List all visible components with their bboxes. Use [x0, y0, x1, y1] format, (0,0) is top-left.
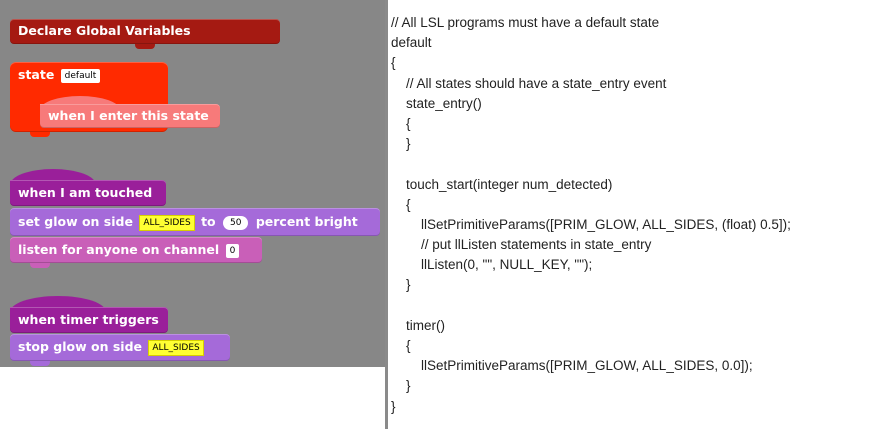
- code-line: {: [391, 196, 411, 212]
- block-canvas[interactable]: Declare Global Variables state default w…: [0, 0, 385, 367]
- set-glow-to-label: to: [201, 214, 216, 229]
- when-timer-label: when timer triggers: [18, 312, 159, 327]
- when-touched-label: when I am touched: [18, 185, 153, 200]
- code-line: llListen(0, "", NULL_KEY, "");: [391, 257, 593, 273]
- state-entry-label: when I enter this state: [48, 108, 209, 123]
- set-glow-label: set glow on side: [18, 214, 133, 229]
- code-line: {: [391, 55, 396, 71]
- code-line: }: [391, 277, 411, 293]
- code-line: }: [391, 378, 411, 394]
- stop-block-notch: [30, 361, 50, 366]
- code-line: llSetPrimitiveParams([PRIM_GLOW, ALL_SID…: [391, 358, 753, 374]
- code-line: // put llListen statements in state_entr…: [391, 237, 652, 253]
- code-line: }: [391, 136, 411, 152]
- code-line: // All LSL programs must have a default …: [391, 15, 660, 30]
- listen-label: listen for anyone on channel: [18, 242, 220, 257]
- code-line: timer(): [391, 317, 445, 333]
- declare-block-notch: [135, 44, 155, 49]
- code-line: llSetPrimitiveParams([PRIM_GLOW, ALL_SID…: [391, 216, 791, 232]
- listen-block-notch: [30, 263, 50, 268]
- when-timer-block[interactable]: when timer triggers: [10, 307, 168, 333]
- set-glow-block[interactable]: set glow on side ALL_SIDES to 50 percent…: [10, 208, 380, 236]
- when-touched-block[interactable]: when I am touched: [10, 180, 166, 206]
- code-line: }: [391, 398, 396, 414]
- declare-global-variables-block[interactable]: Declare Global Variables: [10, 19, 280, 44]
- declare-global-variables-label: Declare Global Variables: [18, 23, 191, 38]
- stop-glow-block[interactable]: stop glow on side ALL_SIDES: [10, 334, 230, 361]
- listen-channel-field[interactable]: 0: [225, 243, 240, 258]
- code-panel: // All LSL programs must have a default …: [391, 13, 874, 417]
- panel-divider[interactable]: [385, 0, 388, 429]
- code-line: // All states should have a state_entry …: [391, 75, 667, 91]
- state-name-field[interactable]: default: [60, 68, 101, 83]
- code-line: default: [391, 35, 432, 51]
- set-glow-suffix-label: percent bright: [255, 214, 358, 229]
- state-label: state: [18, 67, 55, 82]
- glow-value-field[interactable]: 50: [223, 215, 249, 230]
- code-line: {: [391, 338, 411, 353]
- state-block-notch: [30, 132, 50, 137]
- glow-side-field[interactable]: ALL_SIDES: [139, 214, 195, 231]
- code-line: touch_start(integer num_detected): [391, 176, 613, 192]
- stop-glow-label: stop glow on side: [18, 339, 143, 354]
- state-entry-block[interactable]: when I enter this state: [40, 104, 220, 128]
- stop-side-field[interactable]: ALL_SIDES: [148, 339, 204, 356]
- listen-block[interactable]: listen for anyone on channel 0: [10, 237, 262, 263]
- code-line: {: [391, 115, 411, 131]
- code-line: state_entry(): [391, 95, 482, 111]
